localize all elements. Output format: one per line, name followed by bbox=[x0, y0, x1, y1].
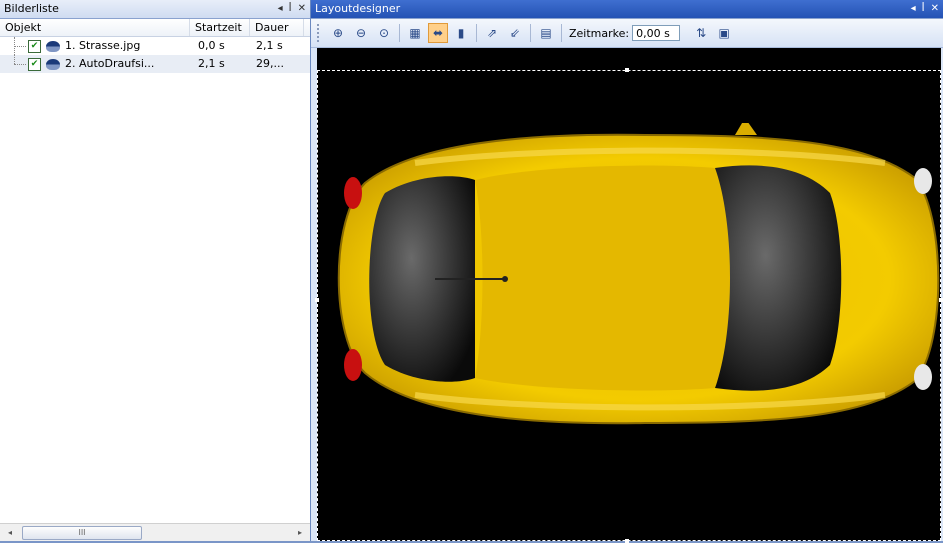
panel-menu-arrow-icon[interactable]: ◂ bbox=[911, 0, 916, 18]
column-header-dauer[interactable]: Dauer bbox=[250, 19, 304, 36]
layout-toolbar: ⊕ ⊖ ⊙ ▦ ⬌ ▮ ⇗ ⇙ ▤ Zeitmarke: 0,00 s ⇅ ▣ bbox=[311, 19, 943, 48]
bilderliste-panel: Bilderliste ◂ ꟾ ✕ Objekt Startzeit Dauer… bbox=[0, 0, 311, 541]
timestamp-input[interactable]: 0,00 s bbox=[632, 25, 681, 41]
item-duration: 29,... bbox=[256, 57, 284, 70]
timestamp-label: Zeitmarke: bbox=[569, 26, 630, 40]
close-icon[interactable]: ✕ bbox=[298, 0, 306, 18]
panel-menu-arrow-icon[interactable]: ◂ bbox=[278, 0, 283, 18]
zoom-out-icon[interactable]: ⊖ bbox=[351, 23, 371, 43]
list-item[interactable]: ✔ 2. AutoDraufsi... 2,1 s 29,... bbox=[0, 55, 310, 73]
bilderliste-titlebar: Bilderliste ◂ ꟾ ✕ bbox=[0, 0, 310, 19]
column-header-startzeit[interactable]: Startzeit bbox=[190, 19, 250, 36]
scroll-thumb[interactable]: III bbox=[22, 526, 142, 540]
move-back-icon[interactable]: ⇙ bbox=[505, 23, 525, 43]
save-icon[interactable]: ▣ bbox=[714, 23, 734, 43]
list-item[interactable]: ✔ 1. Strasse.jpg 0,0 s 2,1 s bbox=[0, 37, 310, 55]
image-icon bbox=[46, 58, 60, 70]
horizontal-scrollbar[interactable]: ◂ III ▸ bbox=[0, 523, 310, 541]
pin-icon[interactable]: ꟾ bbox=[922, 0, 925, 18]
camera-icon[interactable]: ▮ bbox=[451, 23, 471, 43]
selection-handle[interactable] bbox=[315, 298, 319, 302]
grid-icon[interactable]: ▦ bbox=[405, 23, 425, 43]
pin-icon[interactable]: ꟾ bbox=[289, 0, 292, 18]
toolbar-grip[interactable] bbox=[317, 24, 322, 42]
selection-handle[interactable] bbox=[625, 539, 629, 543]
item-start: 0,0 s bbox=[198, 39, 225, 52]
car-top-view-image[interactable] bbox=[325, 123, 943, 435]
select-object-icon[interactable]: ⬌ bbox=[428, 23, 448, 43]
list-header: Objekt Startzeit Dauer bbox=[0, 19, 310, 37]
zoom-fit-icon[interactable]: ⊙ bbox=[374, 23, 394, 43]
image-icon bbox=[46, 40, 60, 52]
item-start: 2,1 s bbox=[198, 57, 225, 70]
scroll-left-arrow-icon[interactable]: ◂ bbox=[2, 524, 18, 541]
scroll-right-arrow-icon[interactable]: ▸ bbox=[292, 524, 308, 541]
checkbox[interactable]: ✔ bbox=[28, 39, 41, 53]
bilderliste-title: Bilderliste bbox=[4, 2, 59, 15]
set-timestamp-icon[interactable]: ⇅ bbox=[691, 23, 711, 43]
move-forward-icon[interactable]: ⇗ bbox=[482, 23, 502, 43]
item-duration: 2,1 s bbox=[256, 39, 283, 52]
layout-canvas[interactable] bbox=[315, 48, 943, 543]
layoutdesigner-titlebar: Layoutdesigner ◂ ꟾ ✕ bbox=[311, 0, 943, 19]
item-name: 2. AutoDraufsi... bbox=[65, 57, 155, 70]
layoutdesigner-panel: Layoutdesigner ◂ ꟾ ✕ ⊕ ⊖ ⊙ ▦ ⬌ ▮ ⇗ ⇙ ▤ Z… bbox=[311, 0, 943, 543]
properties-icon[interactable]: ▤ bbox=[536, 23, 556, 43]
zoom-in-icon[interactable]: ⊕ bbox=[328, 23, 348, 43]
item-name: 1. Strasse.jpg bbox=[65, 39, 141, 52]
checkbox[interactable]: ✔ bbox=[28, 57, 41, 71]
selection-handle[interactable] bbox=[625, 68, 629, 72]
layoutdesigner-title: Layoutdesigner bbox=[315, 2, 401, 15]
column-header-objekt[interactable]: Objekt bbox=[0, 19, 190, 36]
close-icon[interactable]: ✕ bbox=[931, 0, 939, 18]
